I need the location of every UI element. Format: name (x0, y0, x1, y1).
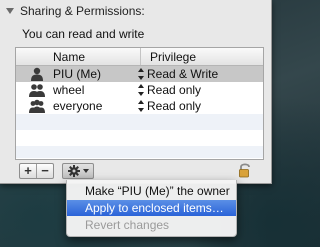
chevron-down-icon (83, 169, 89, 173)
action-context-menu: Make “PIU (Me)” the owner Apply to enclo… (66, 180, 237, 237)
column-header-name[interactable]: Name (53, 50, 85, 64)
remove-user-button[interactable]: − (37, 164, 53, 178)
row-name: wheel (53, 83, 85, 97)
privilege-popup-arrows-icon[interactable] (136, 98, 146, 114)
access-status-text: You can read and write (22, 27, 145, 41)
everyone-icon (29, 99, 45, 113)
menu-item-revert-changes: Revert changes (85, 218, 170, 232)
section-title: Sharing & Permissions: (20, 4, 145, 18)
row-privilege[interactable]: Read & Write (147, 67, 218, 81)
add-user-button[interactable]: + (20, 164, 37, 178)
sharing-permissions-panel: Sharing & Permissions: You can read and … (0, 0, 272, 184)
permissions-table: Name Privilege PIU (Me) Read & Write whe… (15, 47, 264, 160)
gear-icon (68, 165, 80, 177)
row-name: everyone (53, 99, 103, 113)
empty-row (16, 130, 263, 146)
add-remove-group: + − (19, 163, 54, 179)
table-row[interactable]: PIU (Me) Read & Write (16, 66, 263, 82)
menu-item-apply-to-enclosed[interactable]: Apply to enclosed items… (67, 200, 236, 216)
single-user-icon (31, 67, 43, 81)
empty-row (16, 114, 263, 130)
empty-row (16, 146, 263, 158)
table-row[interactable]: everyone Read only (16, 98, 263, 114)
disclosure-triangle-icon[interactable] (6, 8, 14, 14)
row-privilege[interactable]: Read only (147, 99, 201, 113)
column-divider[interactable] (140, 48, 141, 65)
table-row[interactable]: wheel Read only (16, 82, 263, 98)
menu-item-make-owner[interactable]: Make “PIU (Me)” the owner (67, 183, 236, 199)
sharing-permissions-header[interactable]: Sharing & Permissions: (4, 4, 145, 18)
privilege-popup-arrows-icon[interactable] (136, 82, 146, 98)
column-header-privilege[interactable]: Privilege (150, 50, 196, 64)
privilege-popup-arrows-icon[interactable] (136, 66, 146, 82)
table-toolbar: + − (15, 163, 271, 181)
row-privilege[interactable]: Read only (147, 83, 201, 97)
row-name: PIU (Me) (53, 67, 101, 81)
table-header: Name Privilege (16, 48, 263, 66)
action-menu-button[interactable] (62, 163, 94, 179)
group-icon (29, 84, 45, 97)
lock-icon[interactable] (238, 162, 252, 178)
